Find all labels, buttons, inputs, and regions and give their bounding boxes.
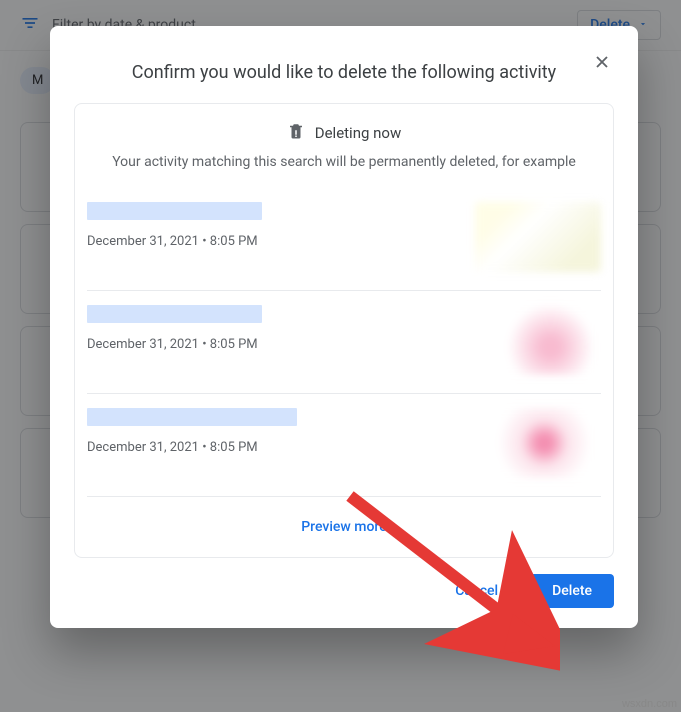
activity-list: December 31, 2021 • 8:05 PM December 31,… (87, 188, 601, 497)
deleting-now-row: Deleting now (87, 122, 601, 144)
activity-thumbnail (475, 202, 601, 272)
activity-title-redacted (87, 202, 262, 220)
activity-thumbnail (475, 408, 601, 478)
modal-actions: Cancel Delete (50, 558, 638, 618)
activity-item: December 31, 2021 • 8:05 PM (87, 188, 601, 291)
activity-title-redacted (87, 408, 297, 426)
modal-title: Confirm you would like to delete the fol… (50, 26, 638, 103)
modal-subtext: Your activity matching this search will … (87, 154, 601, 170)
watermark: wsxdn.com (622, 698, 677, 710)
cancel-button[interactable]: Cancel (433, 574, 520, 608)
trash-icon (287, 122, 305, 144)
modal-body: Deleting now Your activity matching this… (74, 103, 614, 558)
close-button[interactable] (584, 44, 620, 80)
activity-title-redacted (87, 305, 262, 323)
activity-timestamp: December 31, 2021 • 8:05 PM (87, 234, 475, 249)
preview-more-button[interactable]: Preview more (87, 497, 601, 557)
activity-timestamp: December 31, 2021 • 8:05 PM (87, 440, 475, 455)
activity-item: December 31, 2021 • 8:05 PM (87, 394, 601, 497)
activity-item: December 31, 2021 • 8:05 PM (87, 291, 601, 394)
confirm-delete-modal: Confirm you would like to delete the fol… (50, 26, 638, 628)
delete-button[interactable]: Delete (530, 574, 614, 608)
activity-thumbnail (475, 305, 601, 375)
activity-timestamp: December 31, 2021 • 8:05 PM (87, 337, 475, 352)
deleting-label: Deleting now (315, 124, 402, 142)
